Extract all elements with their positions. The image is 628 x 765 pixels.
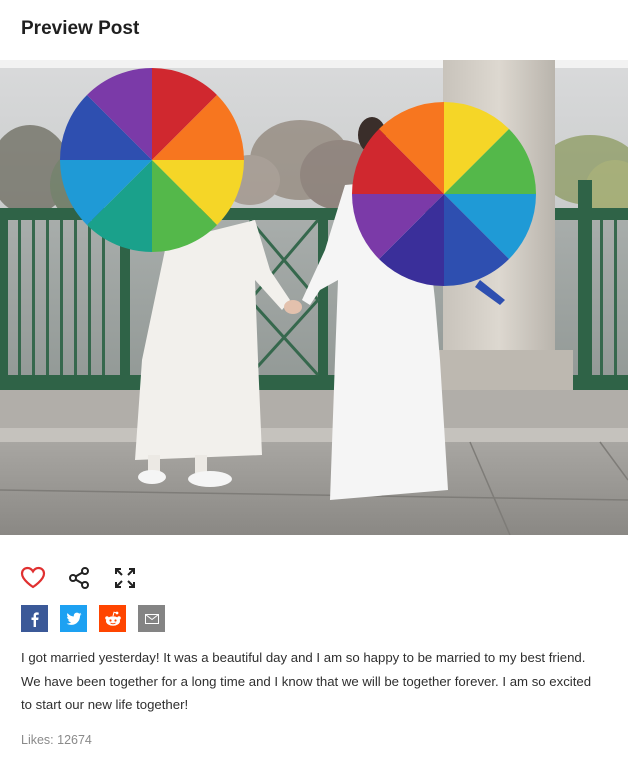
like-button[interactable] (20, 565, 46, 591)
page-title: Preview Post (21, 18, 140, 39)
expand-icon (115, 568, 135, 588)
post-caption: I got married yesterday! It was a beauti… (21, 650, 592, 712)
facebook-icon (31, 611, 39, 627)
share-buttons (21, 605, 165, 632)
post-photo-illustration (0, 60, 628, 535)
share-button[interactable] (66, 565, 92, 591)
share-icon (69, 567, 89, 589)
twitter-share-button[interactable] (60, 605, 87, 632)
post-photo (0, 60, 628, 535)
facebook-share-button[interactable] (21, 605, 48, 632)
email-share-button[interactable] (138, 605, 165, 632)
expand-button[interactable] (112, 565, 138, 591)
reddit-share-button[interactable] (99, 605, 126, 632)
twitter-icon (66, 612, 81, 625)
likes-count: Likes: 12674 (21, 733, 92, 747)
post-actions (20, 565, 138, 591)
heart-icon (20, 566, 46, 589)
email-icon (144, 613, 159, 624)
reddit-icon (104, 611, 121, 626)
page-header: Preview Post (0, 0, 628, 60)
